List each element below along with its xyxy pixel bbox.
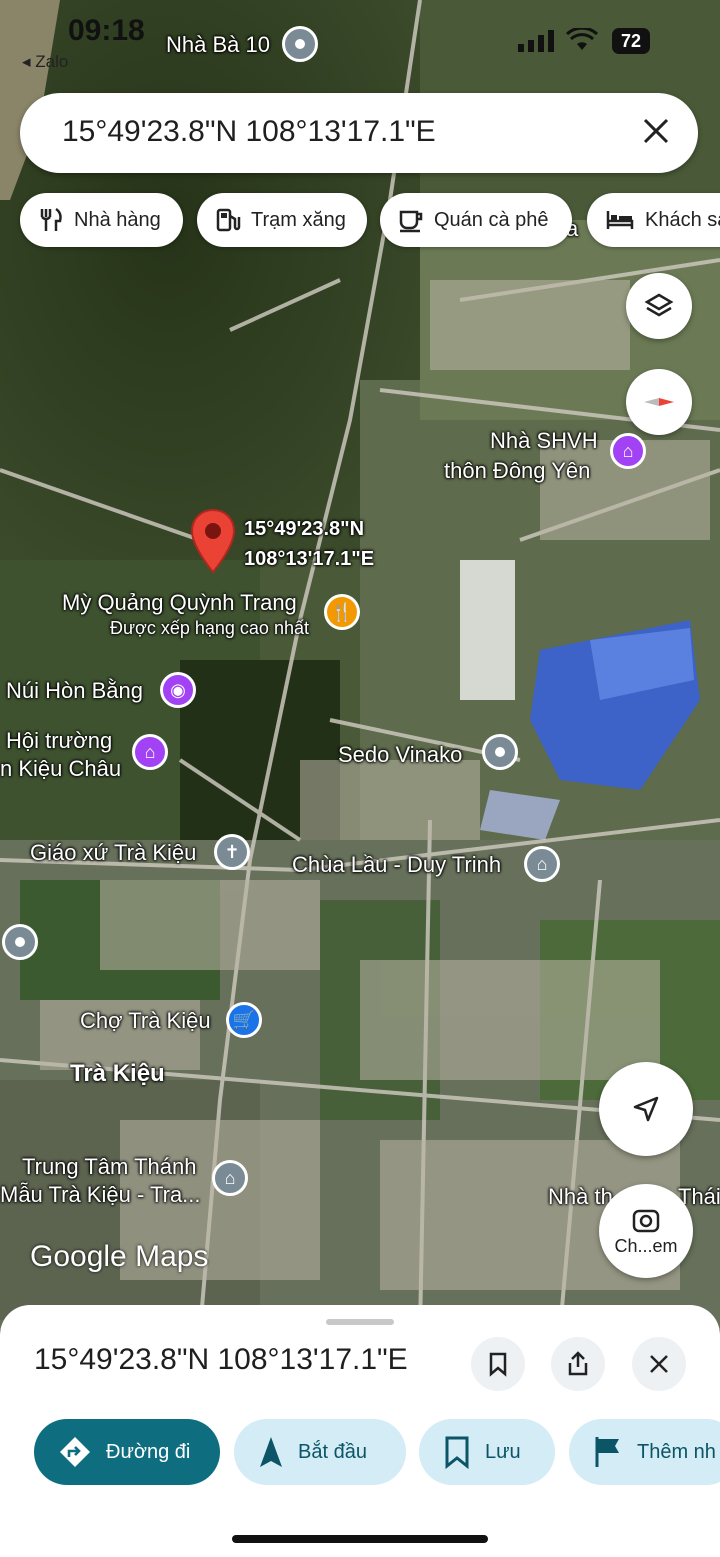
bookmark-icon bbox=[445, 1436, 469, 1469]
search-query[interactable]: 15°49'23.8"N 108°13'17.1"E bbox=[62, 115, 436, 149]
share-icon bbox=[568, 1351, 588, 1376]
gas-station-icon bbox=[216, 208, 241, 232]
place-label-sedo-vinako[interactable]: Sedo Vinako bbox=[338, 742, 462, 768]
bookmark-icon bbox=[489, 1352, 507, 1377]
save-place-label: Lưu bbox=[485, 1440, 521, 1463]
close-sheet-button[interactable] bbox=[632, 1337, 686, 1391]
category-chips: Nhà hàng Trạm xăng Quán cà phê Khách sạn bbox=[20, 193, 720, 247]
pin-coords-line1: 15°49'23.8"N bbox=[244, 518, 365, 540]
back-to-app-link[interactable]: ◂ Zalo bbox=[22, 52, 68, 72]
lens-button[interactable]: Ch...em bbox=[599, 1184, 693, 1278]
location-pin-icon[interactable] bbox=[190, 508, 236, 574]
place-label-trung-tam-2[interactable]: Mẫu Trà Kiệu - Tra... bbox=[0, 1182, 201, 1208]
add-label-button[interactable]: Thêm nh bbox=[569, 1419, 720, 1485]
home-indicator[interactable] bbox=[232, 1535, 488, 1543]
place-label-nui-hon-bang[interactable]: Núi Hòn Bằng bbox=[6, 678, 143, 704]
pin-coords-line2: 108°13'17.1"E bbox=[244, 548, 375, 570]
close-icon bbox=[650, 1355, 668, 1373]
chip-gas-stations[interactable]: Trạm xăng bbox=[197, 193, 367, 247]
coffee-icon bbox=[399, 210, 423, 233]
bed-icon bbox=[606, 211, 634, 229]
start-label: Bắt đầu bbox=[298, 1440, 367, 1463]
place-label-hoi-truong-1[interactable]: Hội trường bbox=[6, 728, 112, 754]
chip-label: Trạm xăng bbox=[251, 208, 346, 231]
add-label-label: Thêm nh bbox=[637, 1440, 716, 1463]
place-label-giao-xu[interactable]: Giáo xứ Trà Kiệu bbox=[30, 840, 196, 866]
church-cross-icon[interactable]: ✝ bbox=[214, 834, 250, 870]
place-label-cho-tra-kieu[interactable]: Chợ Trà Kiệu bbox=[80, 1008, 211, 1034]
place-label-shvh-2[interactable]: thôn Đông Yên bbox=[444, 458, 590, 484]
place-marker-icon[interactable] bbox=[2, 924, 38, 960]
place-label-hoi-truong-2[interactable]: n Kiệu Châu bbox=[0, 756, 121, 782]
wifi-icon bbox=[566, 28, 598, 50]
chip-coffee[interactable]: Quán cà phê bbox=[380, 193, 572, 247]
status-time: 09:18 bbox=[68, 14, 145, 47]
save-place-button[interactable]: Lưu bbox=[419, 1419, 555, 1485]
directions-button[interactable]: Đường đi bbox=[34, 1419, 220, 1485]
chip-label: Quán cà phê bbox=[434, 208, 549, 231]
community-hall-icon[interactable]: ⌂ bbox=[610, 433, 646, 469]
place-bottom-sheet[interactable]: 15°49'23.8"N 108°13'17.1"E Đường đi Bắt … bbox=[0, 1305, 720, 1557]
google-maps-logo: Google Maps bbox=[30, 1240, 209, 1273]
compass-button[interactable] bbox=[626, 369, 692, 435]
sheet-title: 15°49'23.8"N 108°13'17.1"E bbox=[34, 1343, 408, 1376]
place-label-trung-tam-1[interactable]: Trung Tâm Thánh bbox=[22, 1154, 196, 1180]
area-label-tra-kieu: Trà Kiệu bbox=[70, 1060, 165, 1087]
place-label-my-quang[interactable]: Mỳ Quảng Quỳnh Trang bbox=[62, 590, 297, 616]
place-label-nha-th[interactable]: Nhà th bbox=[548, 1184, 613, 1210]
chip-restaurants[interactable]: Nhà hàng bbox=[20, 193, 183, 247]
battery-icon: 72 bbox=[612, 28, 650, 54]
chip-label: Khách sạn bbox=[645, 208, 720, 231]
save-button[interactable] bbox=[471, 1337, 525, 1391]
layers-button[interactable] bbox=[626, 273, 692, 339]
restaurant-icon[interactable]: 🍴 bbox=[324, 594, 360, 630]
signal-icon bbox=[518, 30, 554, 52]
chip-hotels[interactable]: Khách sạn bbox=[587, 193, 720, 247]
place-label-chua-lau[interactable]: Chùa Lầu - Duy Trinh bbox=[292, 852, 501, 878]
community-hall-icon[interactable]: ⌂ bbox=[132, 734, 168, 770]
status-bar: 09:18 ◂ Zalo 72 bbox=[0, 0, 720, 80]
navigation-arrow-icon bbox=[260, 1437, 282, 1467]
place-label-my-quang-sub: Được xếp hạng cao nhất bbox=[110, 618, 309, 638]
close-icon[interactable] bbox=[636, 111, 676, 151]
camera-attraction-icon[interactable]: ◉ bbox=[160, 672, 196, 708]
temple-icon[interactable]: ⌂ bbox=[212, 1160, 248, 1196]
share-button[interactable] bbox=[551, 1337, 605, 1391]
flag-icon bbox=[595, 1437, 619, 1467]
shopping-cart-icon[interactable]: 🛒 bbox=[226, 1002, 262, 1038]
search-bar[interactable]: 15°49'23.8"N 108°13'17.1"E bbox=[20, 93, 698, 173]
drag-handle[interactable] bbox=[326, 1319, 394, 1325]
lens-label: Ch...em bbox=[614, 1235, 678, 1256]
start-button[interactable]: Bắt đầu bbox=[234, 1419, 406, 1485]
camera-search-icon bbox=[632, 1209, 660, 1232]
place-marker-icon[interactable] bbox=[482, 734, 518, 770]
chip-label: Nhà hàng bbox=[74, 208, 161, 231]
fork-knife-icon bbox=[40, 207, 62, 231]
layers-icon bbox=[644, 293, 674, 317]
my-location-button[interactable] bbox=[599, 1062, 693, 1156]
compass-icon bbox=[644, 398, 674, 406]
directions-icon bbox=[60, 1437, 90, 1467]
place-label-shvh-1[interactable]: Nhà SHVH bbox=[490, 428, 598, 454]
temple-icon[interactable]: ⌂ bbox=[524, 846, 560, 882]
directions-label: Đường đi bbox=[106, 1440, 191, 1463]
navigation-icon bbox=[633, 1096, 659, 1122]
